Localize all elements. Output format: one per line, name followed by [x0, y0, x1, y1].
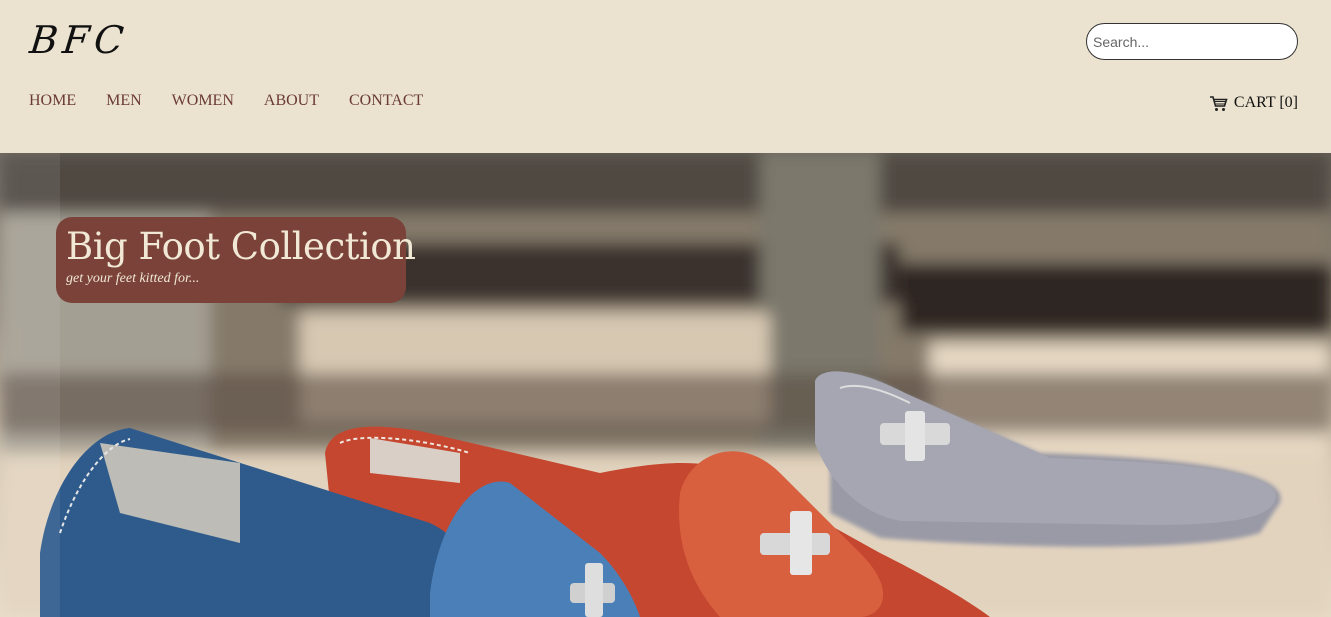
main-nav: HOME MEN WOMEN ABOUT CONTACT	[29, 92, 423, 110]
nav-men[interactable]: MEN	[106, 92, 142, 110]
cart-label: CART [0]	[1233, 94, 1298, 111]
site-logo[interactable]: BFC	[28, 18, 131, 62]
hero-title: Big Foot Collection	[66, 225, 416, 268]
shopping-cart-icon	[1209, 95, 1228, 111]
search-input[interactable]	[1086, 23, 1298, 60]
nav-women[interactable]: WOMEN	[172, 92, 234, 110]
site-header: BFC HOME MEN WOMEN ABOUT CONTACT CART [0…	[0, 0, 1331, 153]
hero-subtitle: get your feet kitted for...	[66, 271, 200, 286]
nav-home[interactable]: HOME	[29, 92, 76, 110]
cart-link[interactable]: CART [0]	[1209, 94, 1298, 112]
nav-about[interactable]: ABOUT	[264, 92, 319, 110]
hero-brand-box: Big Foot Collection get your feet kitted…	[56, 217, 416, 303]
nav-contact[interactable]: CONTACT	[349, 92, 423, 110]
